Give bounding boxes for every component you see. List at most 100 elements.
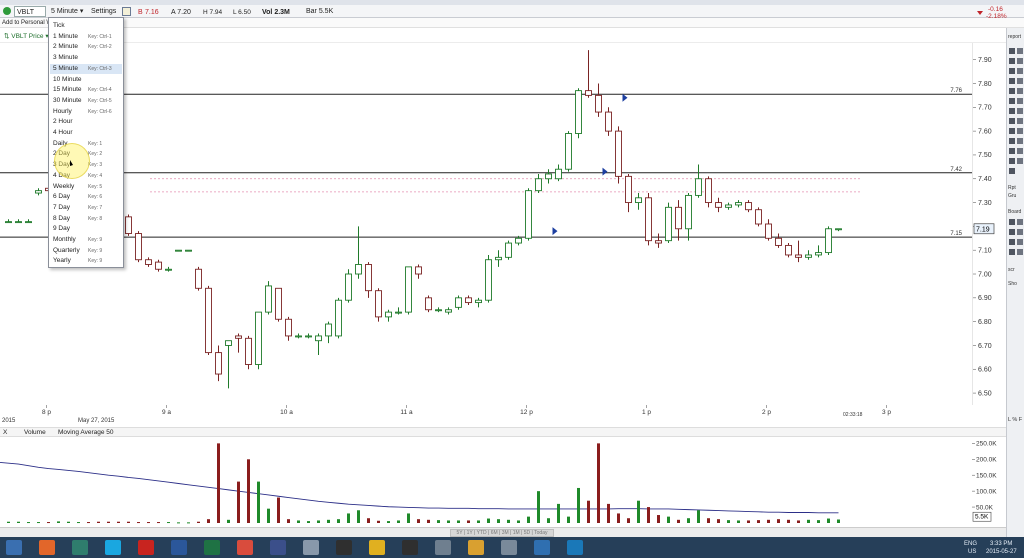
panel-square-icon[interactable] [1009,128,1015,134]
panel-square-icon[interactable] [1009,138,1015,144]
panel-square-icon[interactable] [1017,229,1023,235]
panel-square-icon[interactable] [1009,108,1015,114]
panel-square-icon[interactable] [1009,158,1015,164]
menu-item-quarterly[interactable]: Quarterly Key: 9 [50,246,122,256]
volume-bar [217,443,220,523]
paint-icon[interactable] [468,540,484,555]
chart-app-2-icon[interactable] [402,540,418,555]
menu-item-10-minute[interactable]: 10 Minute [50,75,122,85]
menu-item-9-day[interactable]: 9 Day [50,224,122,234]
panel-square-icon[interactable] [1009,58,1015,64]
menu-item-5-minute[interactable]: 5 Minute Key: Ctrl-3 [50,63,122,74]
panel-square-icon[interactable] [1017,118,1023,124]
menu-item-yearly[interactable]: Yearly Key: 9 [50,256,122,266]
firefox-icon[interactable] [39,540,55,555]
timeframe-menu[interactable]: Tick 1 Minute Key: Ctrl-1 2 Minute Key: Ctrl… [48,17,124,268]
panel-square-icon[interactable] [1017,219,1023,225]
media-icon[interactable] [435,540,451,555]
panel-square-icon[interactable] [1009,148,1015,154]
menu-item-15-minute[interactable]: 15 Minute Key: Ctrl-4 [50,85,122,95]
panel-square-icon[interactable] [1017,48,1023,54]
menu-item-4-hour[interactable]: 4 Hour [50,128,122,138]
tool-icon[interactable] [501,540,517,555]
panel-square-icon[interactable] [1017,128,1023,134]
panel-square-icon[interactable] [1017,158,1023,164]
board-label[interactable]: Board [1008,209,1024,216]
menu-item-1-minute[interactable]: 1 Minute Key: Ctrl-1 [50,32,122,42]
panel-square-icon[interactable] [1009,68,1015,74]
panel-square-icon[interactable] [1017,138,1023,144]
panel-square-icon[interactable] [1017,239,1023,245]
es-icon[interactable] [534,540,550,555]
menu-item-label: 30 Minute [53,96,82,104]
time-axis[interactable]: 6 p8 p9 a10 a11 a12 p1 p2 p3 p2015May 27… [0,405,1006,427]
menu-item-30-minute[interactable]: 30 Minute Key: Ctrl-5 [50,96,122,106]
taskbar-language[interactable]: ENG [964,540,977,548]
taskbar-time[interactable]: 3:33 PM [990,540,1012,548]
menu-item-8-day[interactable]: 8 Day Key: 8 [50,214,122,224]
add-symbol-icon[interactable] [3,7,11,15]
panel-square-icon[interactable] [1009,168,1015,174]
panel-square-icon[interactable] [1009,118,1015,124]
chart-app-icon[interactable] [336,540,352,555]
menu-item-monthly[interactable]: Monthly Key: 9 [50,235,122,245]
menu-item-3-minute[interactable]: 3 Minute [50,53,122,63]
lpf-label[interactable]: L % F [1008,417,1024,424]
menu-item-tick[interactable]: Tick [50,21,122,31]
calculator-icon[interactable] [303,540,319,555]
panel-square-icon[interactable] [1017,148,1023,154]
price-axis[interactable]: 7.907.807.707.607.507.407.307.207.107.00… [972,43,1006,405]
scroll-thumb[interactable]: 5Y | 1Y | YTD | 6M | 3M | 1M | 5D | Toda… [450,529,554,537]
candle-body [15,221,22,224]
panel-square-icon[interactable] [1009,229,1015,235]
sho-label[interactable]: Sho [1008,281,1024,288]
price-chart-canvas[interactable]: 7.76 7.42 7.15 [0,43,972,405]
panel-square-icon[interactable] [1009,48,1015,54]
panel-square-icon[interactable] [1009,78,1015,84]
volume-bar [277,497,280,523]
word-icon[interactable] [171,540,187,555]
panel-square-icon[interactable] [1017,58,1023,64]
panel-square-icon[interactable] [1017,68,1023,74]
menu-item-6-day[interactable]: 6 Day Key: 6 [50,192,122,202]
menu-item-2-minute[interactable]: 2 Minute Key: Ctrl-2 [50,42,122,52]
panel-square-icon[interactable] [1017,249,1023,255]
panel-square-icon[interactable] [1009,219,1015,225]
volume-chart[interactable] [0,437,972,527]
x-tick-label: 8 p [42,409,51,416]
panel-square-icon[interactable] [1009,98,1015,104]
ti-icon[interactable] [567,540,583,555]
grp-label[interactable]: Gru [1008,193,1024,200]
chart-type-icon[interactable] [122,7,131,16]
obs-icon[interactable] [270,540,286,555]
panel-square-icon[interactable] [1009,249,1015,255]
menu-item-7-day[interactable]: 7 Day Key: 7 [50,203,122,213]
interval-dropdown[interactable]: 5 Minute ▾ [51,6,83,17]
volume-bar [267,508,270,523]
symbol-input[interactable]: VBLT [14,6,46,17]
start-button-icon[interactable] [6,540,22,555]
menu-item-hourly[interactable]: Hourly Key: Ctrl-6 [50,107,122,117]
panel-square-icon[interactable] [1009,88,1015,94]
panel-square-icon[interactable] [1009,239,1015,245]
settings-button[interactable]: Settings [91,6,116,17]
menu-item-weekly[interactable]: Weekly Key: 5 [50,182,122,192]
panel-square-icon[interactable] [1017,78,1023,84]
chrome-icon[interactable] [369,540,385,555]
volume-panel-header: X Volume Moving Average 50 [0,427,1006,437]
taskbar-language-region[interactable]: US [968,548,976,556]
price-chart[interactable]: 7.76 7.42 7.15 [0,43,972,405]
panel-square-icon[interactable] [1017,108,1023,114]
rpt-label[interactable]: Rpt [1008,185,1024,192]
excel-icon[interactable] [204,540,220,555]
panel-square-icon[interactable] [1017,98,1023,104]
chrome-app-icon[interactable] [237,540,253,555]
scr-label[interactable]: scr [1008,267,1024,274]
skype-icon[interactable] [105,540,121,555]
panel-square-icon[interactable] [1017,88,1023,94]
iq-icon[interactable] [72,540,88,555]
pdf-icon[interactable] [138,540,154,555]
taskbar-date[interactable]: 2015-05-27 [986,548,1017,556]
menu-item-2-hour[interactable]: 2 Hour [50,117,122,127]
chart-scrollbar[interactable]: 5Y | 1Y | YTD | 6M | 3M | 1M | 5D | Toda… [0,527,1006,537]
